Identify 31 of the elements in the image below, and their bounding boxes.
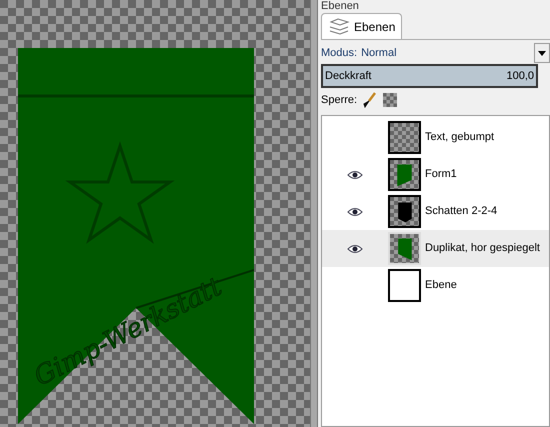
- checker-icon[interactable]: [383, 93, 398, 107]
- layer-name: Ebene: [425, 278, 457, 294]
- layer-row[interactable]: Duplikat, hor gespiegelt: [322, 230, 549, 267]
- layer-name: Schatten 2-2-4: [425, 204, 498, 220]
- shape-icon: [397, 164, 412, 186]
- layer-thumbnail: [388, 121, 421, 154]
- eye-icon[interactable]: [347, 206, 363, 216]
- layer-row[interactable]: Ebene: [322, 267, 549, 304]
- dropdown-button[interactable]: [534, 43, 550, 63]
- opacity-slider[interactable]: Deckkraft 100,0: [321, 64, 538, 88]
- layer-name: Duplikat, hor gespiegelt: [425, 241, 540, 256]
- caret-icon: [538, 50, 546, 56]
- shape-icon: [398, 238, 412, 260]
- eye-icon[interactable]: [347, 244, 363, 254]
- lock-label: Sperre:: [321, 92, 358, 108]
- layer-row[interactable]: Text, gebumpt: [322, 119, 549, 156]
- layers-tab[interactable]: Ebenen: [321, 13, 402, 39]
- layers-icon: [328, 18, 350, 36]
- panel-title: Ebenen: [321, 0, 359, 12]
- brush-icon[interactable]: [363, 92, 378, 108]
- eye-icon[interactable]: [347, 170, 363, 180]
- layer-name: Form1: [425, 167, 457, 182]
- opacity-label: Deckkraft: [325, 68, 372, 84]
- layer-row[interactable]: Form1: [322, 156, 549, 193]
- mode-label: Modus:: [321, 46, 358, 61]
- layer-name: Text, gebumpt: [425, 130, 494, 146]
- opacity-value: 100,0: [506, 68, 534, 84]
- shape-icon: [398, 202, 412, 222]
- layer-row[interactable]: Schatten 2-2-4: [322, 193, 549, 230]
- layer-thumbnail: [388, 269, 421, 302]
- mode-value[interactable]: Normal: [361, 44, 534, 62]
